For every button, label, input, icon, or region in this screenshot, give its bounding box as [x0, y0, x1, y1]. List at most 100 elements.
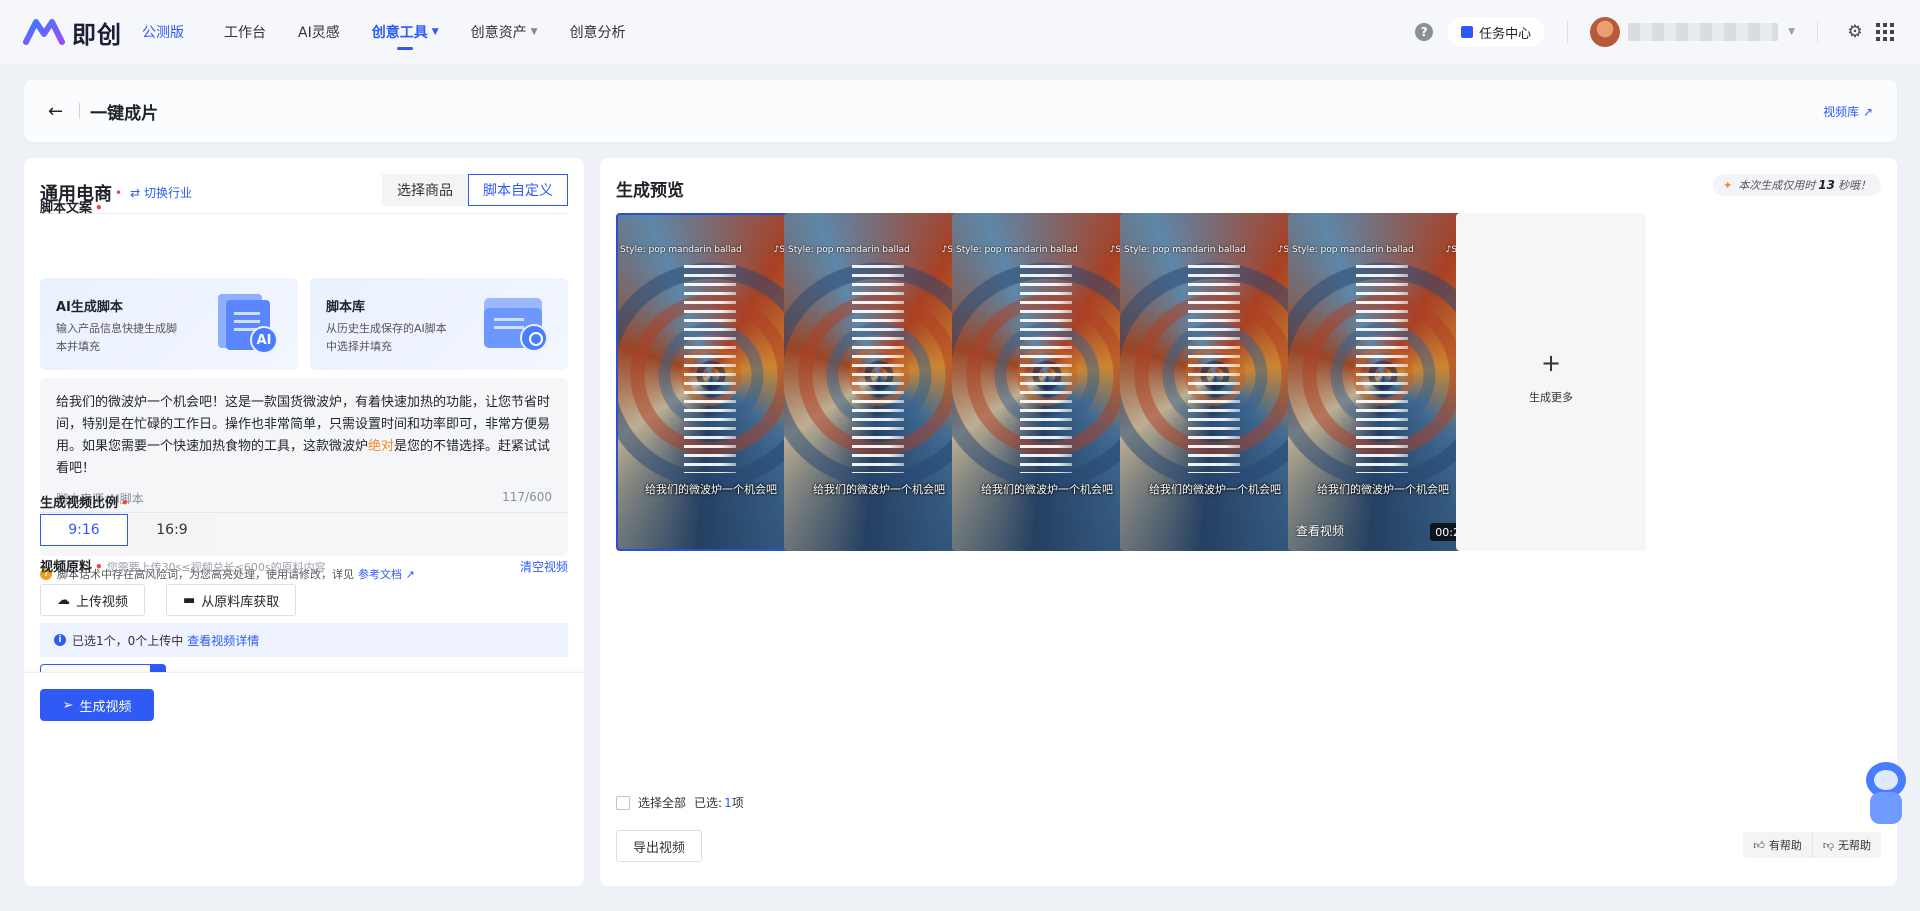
- user-avatar[interactable]: [1590, 17, 1621, 47]
- video-library-link[interactable]: 视频库 ↗: [1823, 103, 1873, 120]
- task-center-button[interactable]: 任务中心: [1447, 17, 1546, 47]
- panel-header: 通用电商 • ⇄ 切换行业 选择商品 脚本自定义: [40, 172, 568, 214]
- ai-generate-script-card[interactable]: AI生成脚本 输入产品信息快捷生成脚本并填充 AI: [40, 278, 298, 370]
- ratio-9-16-option[interactable]: 9:16: [40, 514, 128, 546]
- party-popper-icon: ✦: [1723, 178, 1733, 192]
- info-text: 已选1个，0个上传中: [72, 633, 184, 648]
- external-link-icon: ↗: [405, 568, 415, 581]
- generate-video-button[interactable]: ➢ 生成视频: [40, 689, 154, 721]
- question-circle-icon[interactable]: ?: [1415, 23, 1434, 41]
- video-thumbnail[interactable]: Style: pop mandarin ballad ♪Suno 给我们的微波炉…: [952, 213, 1142, 551]
- upload-video-button[interactable]: ☁ 上传视频: [40, 584, 146, 616]
- external-link-icon: ↗: [1862, 104, 1873, 119]
- view-video-details-link[interactable]: 查看视频详情: [187, 632, 259, 649]
- edition-badge: 公测版: [142, 25, 184, 41]
- folder-search-icon: [484, 292, 548, 354]
- ai-badge: AI: [250, 326, 278, 354]
- cloud-upload-icon: ☁: [57, 592, 70, 608]
- card-description: 输入产品信息快捷生成脚本并填充: [56, 322, 177, 353]
- script-library-card[interactable]: 脚本库 从历史生成保存的AI脚本中选择并填充: [310, 278, 568, 370]
- style-label: Style: pop mandarin ballad: [1292, 245, 1414, 255]
- select-all-label[interactable]: 选择全部: [638, 794, 686, 811]
- video-library-label: 视频库: [1823, 104, 1860, 119]
- required-mark: •: [95, 201, 103, 215]
- time-tip-suffix: 秒哦！: [1838, 179, 1871, 192]
- generate-more-button[interactable]: + 生成更多: [1456, 213, 1646, 551]
- assistant-robot-icon[interactable]: [1860, 762, 1910, 832]
- video-caption: 给我们的微波炉一个机会吧: [813, 483, 945, 496]
- style-label: Style: pop mandarin ballad: [956, 245, 1078, 255]
- selected-suffix: 项: [731, 796, 744, 810]
- select-all-checkbox[interactable]: [616, 795, 630, 810]
- nav-item-workbench[interactable]: 工作台: [224, 0, 266, 64]
- reference-doc-link[interactable]: 参考文档 ↗: [358, 566, 415, 582]
- video-caption: 给我们的微波炉一个机会吧: [981, 483, 1113, 496]
- export-video-button[interactable]: 导出视频: [616, 830, 703, 862]
- nav-item-creative-tools[interactable]: 创意工具 ▼: [372, 0, 439, 64]
- switch-industry-link[interactable]: ⇄ 切换行业: [130, 184, 192, 201]
- divider: [40, 512, 568, 513]
- generate-more-label: 生成更多: [1529, 391, 1573, 404]
- nav-item-ai-inspiration[interactable]: AI灵感: [298, 0, 340, 64]
- card-title: AI生成脚本: [56, 300, 123, 315]
- material-hint: 您需要上传30s≤视频总长≤600s的原料内容: [106, 561, 326, 574]
- task-center-label: 任务中心: [1479, 26, 1532, 42]
- video-thumbnail[interactable]: Style: pop mandarin ballad ♪Suno 给我们的微波炉…: [1288, 213, 1478, 551]
- style-label: Style: pop mandarin ballad: [1124, 245, 1246, 255]
- style-label: Style: pop mandarin ballad: [620, 245, 742, 255]
- ratio-selector: 9:16 16:9: [40, 514, 216, 546]
- switch-industry-label: 切换行业: [143, 186, 192, 200]
- thumbs-down-icon: 👎︎: [1822, 838, 1834, 852]
- task-icon: [1461, 26, 1474, 38]
- feedback-group: 👍︎ 有帮助 👎︎ 无帮助: [1743, 832, 1881, 858]
- lyrics-overlay: [684, 265, 736, 473]
- tab-select-product[interactable]: 选择商品: [382, 174, 468, 206]
- nav-label: 创意资产: [470, 25, 527, 41]
- apps-grid-icon[interactable]: [1870, 17, 1900, 47]
- ai-document-icon: AI: [214, 292, 278, 354]
- thumbs-up-icon: 👍︎: [1753, 838, 1765, 852]
- selection-row: 选择全部 已选: 1 项: [616, 794, 744, 811]
- from-library-button[interactable]: ▬ 从原料库获取: [166, 584, 297, 616]
- generation-time-tip: ✦ 本次生成仅用时 13 秒哦！: [1713, 174, 1881, 196]
- not-helpful-label: 无帮助: [1838, 839, 1871, 852]
- time-tip-prefix: 本次生成仅用时: [1738, 179, 1816, 192]
- tab-custom-script[interactable]: 脚本自定义: [468, 174, 568, 206]
- logo-mark-icon: [22, 18, 66, 46]
- char-count: 117/600: [502, 490, 552, 504]
- video-thumbnail[interactable]: Style: pop mandarin ballad ♪Suno 给我们的微波炉…: [1120, 213, 1310, 551]
- video-thumbnail[interactable]: Style: pop mandarin ballad ♪Suno 给我们的微波炉…: [616, 213, 806, 551]
- required-mark: •: [95, 560, 103, 574]
- brand-logo[interactable]: 即创: [22, 15, 122, 50]
- not-helpful-button[interactable]: 👎︎ 无帮助: [1812, 832, 1881, 858]
- main-nav: 工作台 AI灵感 创意工具 ▼ 创意资产 ▼ 创意分析: [224, 0, 626, 64]
- user-name-redacted: [1628, 23, 1779, 41]
- plus-icon: +: [1540, 349, 1562, 377]
- caret-down-icon[interactable]: ▼: [1788, 27, 1795, 37]
- from-library-label: 从原料库获取: [201, 594, 280, 610]
- style-label: Style: pop mandarin ballad: [788, 245, 910, 255]
- page-title: 一键成片: [90, 103, 159, 124]
- nav-item-creative-assets[interactable]: 创意资产 ▼: [471, 0, 538, 64]
- top-navigation-bar: 即创 公测版 工作台 AI灵感 创意工具 ▼ 创意资产 ▼ 创意分析 ? 任务中心 …: [0, 0, 1920, 64]
- info-icon: i: [54, 634, 66, 646]
- script-copy-label: 脚本文案 •: [40, 197, 103, 216]
- material-label: 视频原料 • 您需要上传30s≤视频总长≤600s的原料内容: [40, 556, 326, 575]
- ratio-16-9-option[interactable]: 16:9: [128, 514, 216, 546]
- back-arrow-icon[interactable]: ←: [48, 101, 63, 122]
- script-copy-text: 脚本文案: [40, 201, 93, 216]
- upload-video-label: 上传视频: [76, 594, 129, 610]
- helpful-button[interactable]: 👍︎ 有帮助: [1743, 832, 1813, 858]
- search-icon: [520, 324, 548, 352]
- divider: [79, 103, 81, 119]
- helpful-label: 有帮助: [1768, 839, 1802, 852]
- brand-name: 即创: [72, 20, 122, 49]
- script-content: 给我们的微波炉一个机会吧！这是一款国货微波炉，有着快速加热的功能，让您节省时间，…: [56, 392, 556, 480]
- view-video-label[interactable]: 查看视频: [1296, 522, 1344, 539]
- nav-item-creative-analysis[interactable]: 创意分析: [570, 0, 626, 64]
- preview-panel: 生成预览 ✦ 本次生成仅用时 13 秒哦！ Style: pop mandari…: [600, 158, 1897, 886]
- video-thumbnail[interactable]: Style: pop mandarin ballad ♪Suno 给我们的微波炉…: [784, 213, 974, 551]
- lyrics-overlay: [852, 265, 904, 473]
- settings-icon[interactable]: ⚙: [1840, 17, 1870, 47]
- clear-video-link[interactable]: 清空视频: [520, 558, 568, 575]
